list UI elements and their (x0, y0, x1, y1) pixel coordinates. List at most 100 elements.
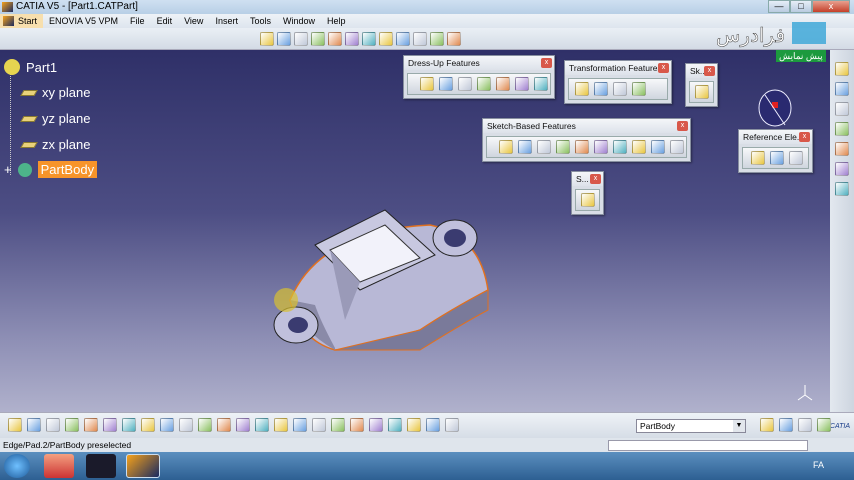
axis-icon[interactable] (407, 418, 421, 432)
windows-start-icon[interactable] (4, 454, 30, 478)
rotate-icon[interactable] (311, 32, 325, 46)
maximize-button[interactable]: □ (790, 0, 812, 13)
check-icon[interactable] (835, 182, 849, 196)
measure-between-icon[interactable] (312, 418, 326, 432)
select-icon[interactable] (835, 82, 849, 96)
draft-icon[interactable] (458, 77, 472, 91)
rect-pattern-icon[interactable] (613, 82, 627, 96)
slot-icon[interactable] (613, 140, 627, 154)
close-button[interactable]: x (812, 0, 850, 13)
tree-item-zx-plane[interactable]: zx plane (20, 137, 90, 152)
photo-icon[interactable] (369, 418, 383, 432)
transformation-features-toolbar[interactable]: Transformation Features x (564, 60, 672, 104)
zoom-out-icon[interactable] (345, 32, 359, 46)
tree-root-part1[interactable]: Part1 (4, 59, 57, 75)
tree-item-partbody[interactable]: + PartBody (4, 161, 98, 178)
units-icon[interactable] (426, 418, 440, 432)
close-icon[interactable]: x (590, 174, 601, 184)
normal-view-icon[interactable] (362, 32, 376, 46)
save-icon[interactable] (46, 418, 60, 432)
menu-file[interactable]: File (124, 14, 151, 28)
catia-taskbar-icon[interactable] (126, 454, 160, 478)
minimize-button[interactable]: — (768, 0, 790, 13)
close-icon[interactable]: x (704, 66, 715, 76)
table-icon[interactable] (236, 418, 250, 432)
pocket-icon[interactable] (518, 140, 532, 154)
iso-view-icon[interactable] (396, 32, 410, 46)
tree-item-xy-plane[interactable]: xy plane (20, 85, 90, 100)
hide-show-icon[interactable] (430, 32, 444, 46)
boolean-icon[interactable] (760, 418, 774, 432)
line-icon[interactable] (770, 151, 784, 165)
scaling-icon[interactable] (632, 82, 646, 96)
language-indicator[interactable]: FA (813, 460, 824, 470)
point-icon[interactable] (751, 151, 765, 165)
update-icon[interactable] (388, 418, 402, 432)
part-body-icon[interactable] (445, 418, 459, 432)
fit-all-icon[interactable] (277, 32, 291, 46)
menu-window[interactable]: Window (277, 14, 321, 28)
sketch-icon[interactable] (695, 85, 709, 99)
rib-icon[interactable] (594, 140, 608, 154)
thread-icon[interactable] (515, 77, 529, 91)
menu-view[interactable]: View (178, 14, 209, 28)
current-body-select[interactable]: PartBody ▼ (636, 419, 746, 433)
zoom-in-icon[interactable] (328, 32, 342, 46)
fillet-icon[interactable] (420, 77, 434, 91)
apply-material-icon[interactable] (835, 162, 849, 176)
swap-space-icon[interactable] (447, 32, 461, 46)
style-icon[interactable] (817, 418, 831, 432)
chamfer-icon[interactable] (439, 77, 453, 91)
groove-icon[interactable] (556, 140, 570, 154)
removed-multi-section-icon[interactable] (670, 140, 684, 154)
sketch-based-features-toolbar[interactable]: Sketch-Based Features x (482, 118, 691, 162)
close-icon[interactable]: x (677, 121, 688, 131)
menu-help[interactable]: Help (321, 14, 352, 28)
remove-face-icon[interactable] (534, 77, 548, 91)
open-icon[interactable] (27, 418, 41, 432)
shell-icon[interactable] (477, 77, 491, 91)
plane-icon[interactable] (789, 151, 803, 165)
dress-up-features-toolbar[interactable]: Dress-Up Features x (403, 55, 555, 99)
settings-icon[interactable] (835, 62, 849, 76)
pad-icon[interactable] (499, 140, 513, 154)
menu-insert[interactable]: Insert (209, 14, 244, 28)
hole-icon[interactable] (575, 140, 589, 154)
menu-edit[interactable]: Edit (151, 14, 179, 28)
graph-icon[interactable] (255, 418, 269, 432)
constraint-icon[interactable] (835, 122, 849, 136)
copy-icon[interactable] (103, 418, 117, 432)
3ds-taskbar-icon[interactable] (86, 454, 116, 478)
redo-icon[interactable] (160, 418, 174, 432)
close-icon[interactable]: x (658, 63, 669, 73)
menu-enovia[interactable]: ENOVIA V5 VPM (43, 14, 124, 28)
measure-icon[interactable] (835, 142, 849, 156)
new-icon[interactable] (8, 418, 22, 432)
knowledge-icon[interactable] (293, 418, 307, 432)
mirror-icon[interactable] (594, 82, 608, 96)
undo-icon[interactable] (141, 418, 155, 432)
menu-start[interactable]: Start (0, 14, 44, 28)
thickness-icon[interactable] (496, 77, 510, 91)
sketch-analysis-icon[interactable] (835, 102, 849, 116)
power-input[interactable] (608, 440, 808, 451)
expand-icon[interactable]: + (4, 162, 12, 177)
formula-icon[interactable] (198, 418, 212, 432)
mass-icon[interactable] (350, 418, 364, 432)
stiffener-icon[interactable] (632, 140, 646, 154)
surface-based-icon[interactable] (581, 193, 595, 207)
multi-view-icon[interactable] (379, 32, 393, 46)
reference-elements-toolbar[interactable]: Reference Ele... x (738, 129, 813, 173)
comment-icon[interactable] (217, 418, 231, 432)
measure-item-icon[interactable] (331, 418, 345, 432)
pan-icon[interactable] (294, 32, 308, 46)
fly-mode-icon[interactable] (260, 32, 274, 46)
multi-section-solid-icon[interactable] (651, 140, 665, 154)
insert-body-icon[interactable] (779, 418, 793, 432)
close-icon[interactable]: x (541, 58, 552, 68)
tree-item-yz-plane[interactable]: yz plane (20, 111, 90, 126)
catalog-icon[interactable] (274, 418, 288, 432)
sketcher-toolbar[interactable]: Sk... x (685, 63, 718, 107)
shading-icon[interactable] (413, 32, 427, 46)
print-icon[interactable] (65, 418, 79, 432)
